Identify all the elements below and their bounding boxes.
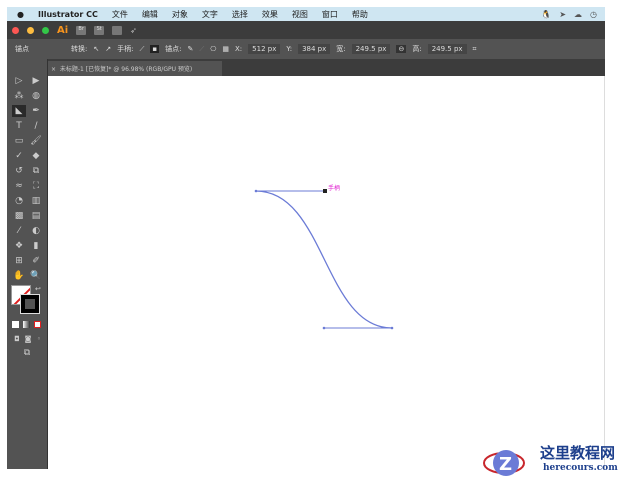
z-logo-icon: Z <box>483 450 525 476</box>
svg-text:Z: Z <box>499 454 512 475</box>
watermark-title: 这里教程网 <box>540 444 616 462</box>
path-overlay: 手柄 <box>254 184 394 330</box>
watermark-logo: Z 这里教程网 herecours.com <box>480 440 630 484</box>
handle-point-top[interactable] <box>323 189 327 193</box>
handle-point-bottom[interactable] <box>322 326 326 330</box>
bezier-path[interactable] <box>255 190 393 329</box>
watermark-url: herecours.com <box>543 463 618 473</box>
anchor-point-end[interactable] <box>390 326 394 330</box>
handle-label: 手柄 <box>328 184 340 192</box>
anchor-point-start[interactable] <box>254 189 258 193</box>
